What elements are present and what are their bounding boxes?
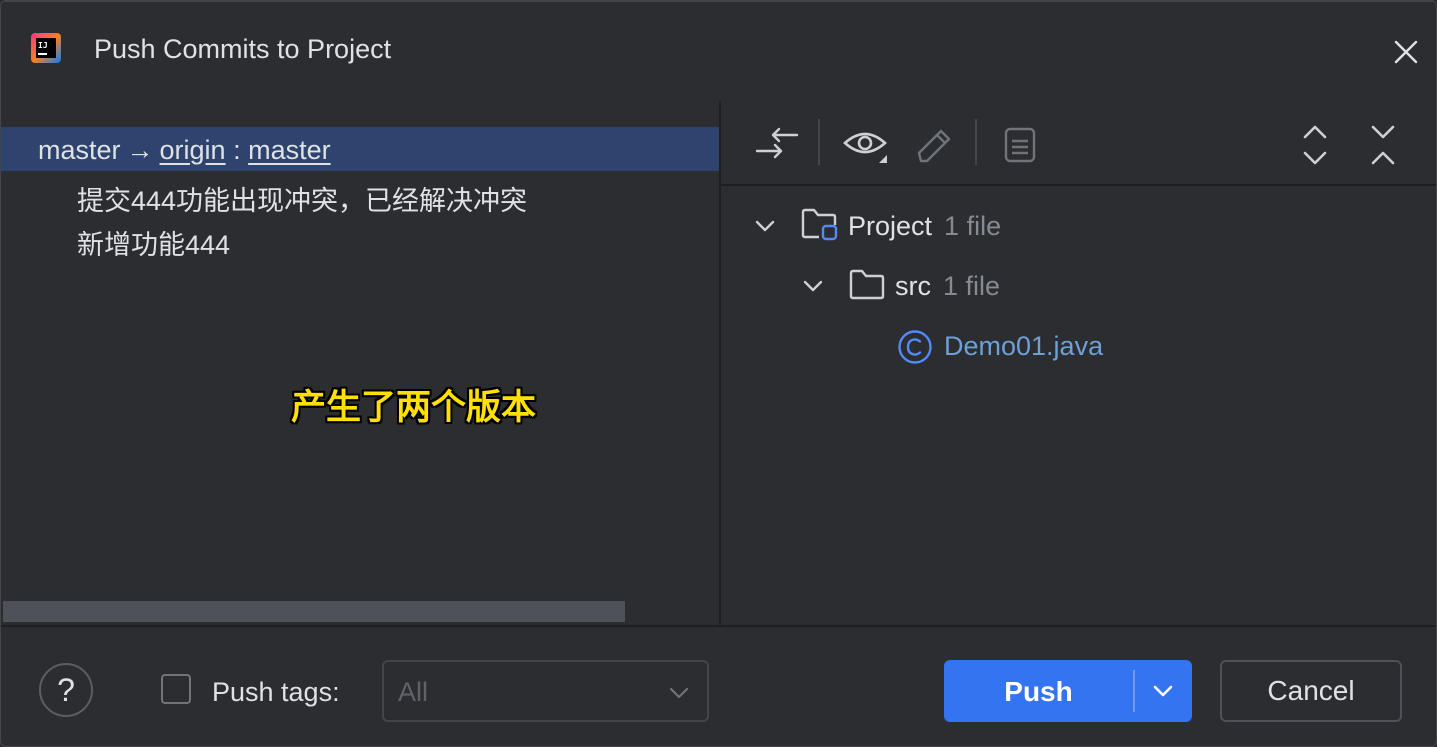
changes-toolbar [721,101,1436,186]
java-class-icon [898,330,932,364]
document-icon[interactable] [997,123,1043,169]
tree-item-src[interactable]: src 1 file [801,267,1151,307]
tree-item-file[interactable]: Demo01.java [897,327,1197,367]
eye-icon[interactable] [841,123,887,169]
dialog-title: Push Commits to Project [94,34,392,64]
pencil-icon[interactable] [911,123,957,169]
tree-label: src [895,271,931,301]
push-tags-select[interactable]: All [382,660,709,722]
toolbar-separator [818,119,820,165]
close-icon[interactable] [1391,37,1421,67]
local-branch: master [38,135,121,165]
chevron-down-icon[interactable] [753,214,777,238]
project-folder-icon [801,208,838,241]
help-button[interactable]: ? [39,663,93,717]
commit-item[interactable]: 新增功能444 [77,223,230,262]
folder-icon [849,269,885,300]
tree-label: Project [848,211,933,241]
title-bar: IJ Push Commits to Project [1,1,1436,101]
push-dropdown-button[interactable] [1135,660,1192,722]
commits-pane: master → origin : master 提交444功能出现冲突，已经解决冲… [1,101,719,625]
branch-colon: : [233,135,241,165]
changes-pane: Project 1 file src 1 file Demo01.java [721,101,1436,625]
push-dialog: IJ Push Commits to Project master → origin… [0,0,1437,747]
chevron-down-icon [669,687,689,699]
file-count: 1 file [943,271,1001,301]
branch-text: master → origin : master [38,135,331,166]
expand-all-icon[interactable] [1293,123,1339,169]
branch-arrow: → [126,135,154,165]
video-caption: 产生了两个版本 [291,388,537,427]
push-tags-checkbox[interactable] [161,674,191,704]
intellij-logo-icon: IJ [31,33,61,63]
horizontal-scrollbar[interactable] [3,601,625,622]
push-button[interactable]: Push [944,660,1192,722]
compare-arrows-icon[interactable] [753,123,799,169]
push-tags-value: All [398,677,429,707]
chevron-down-icon [1153,685,1173,697]
commit-item[interactable]: 提交444功能出现冲突，已经解决冲突 [77,179,527,218]
svg-text:IJ: IJ [38,41,48,50]
collapse-all-icon[interactable] [1361,123,1407,169]
branch-row[interactable]: master → origin : master [1,127,719,171]
tree-item-project[interactable]: Project 1 file [753,207,1153,247]
file-count: 1 file [944,211,1002,241]
remote-branch-link[interactable]: master [248,135,331,165]
push-button-label: Push [1004,676,1073,707]
push-tags-label: Push tags: [212,677,340,707]
file-name: Demo01.java [944,331,1104,361]
toolbar-separator [975,119,977,165]
chevron-down-icon[interactable] [801,274,825,298]
remote-link[interactable]: origin [160,135,226,165]
cancel-button[interactable]: Cancel [1220,660,1402,722]
footer-divider [1,625,1436,627]
